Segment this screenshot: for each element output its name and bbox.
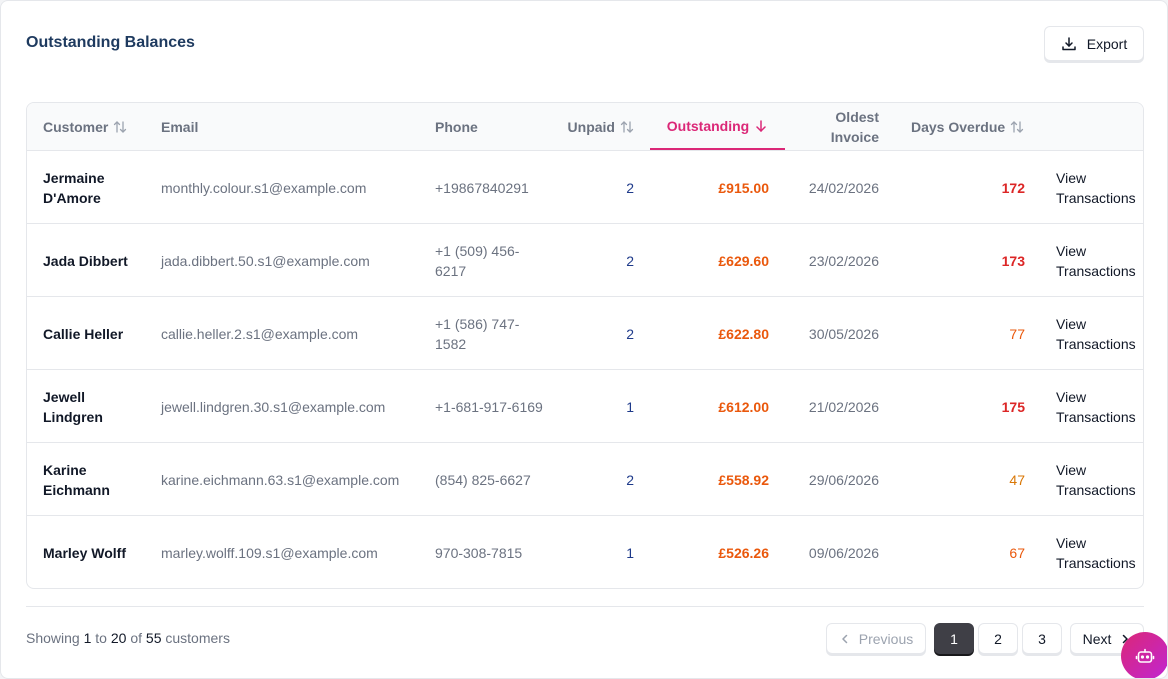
sort-arrows-icon [620,120,634,134]
days-overdue: 77 [1009,325,1025,342]
oldest-invoice-date: 21/02/2026 [808,398,879,415]
pagination-summary: Showing 1 to 20 of 55 customers [26,630,230,646]
column-header-days-overdue[interactable]: Days Overdue [911,103,1024,151]
chevron-left-icon [842,634,848,643]
days-overdue: 175 [1001,398,1025,415]
customer-name: Jewell Lindgren [43,388,103,425]
range-from: 1 [83,630,92,646]
outstanding-balances-card: Outstanding Balances Export Customer Ema… [0,0,1168,679]
customer-phone: (854) 825-6627 [435,471,531,488]
page-button-1[interactable]: 1 [934,623,974,654]
export-label: Export [1086,35,1128,52]
customer-phone: +1-681-917-6169 [435,398,543,415]
page-button-2[interactable]: 2 [978,623,1018,654]
balances-table: Customer Email Phone Unpaid Outstanding [26,102,1144,589]
view-transactions-link[interactable]: View Transactions [1056,370,1143,443]
customer-phone: +1 (586) 747-1582 [435,315,520,352]
customer-phone: +1 (509) 456-6217 [435,242,520,279]
table-header: Customer Email Phone Unpaid Outstanding [27,103,1143,151]
customer-name: Marley Wolff [43,544,126,561]
unpaid-count: 2 [626,325,634,342]
robot-icon [1135,648,1155,663]
outstanding-amount: £915.00 [718,179,769,196]
unpaid-count: 1 [626,544,634,561]
previous-label: Previous [858,630,914,647]
assistant-button[interactable] [1121,632,1167,678]
unpaid-count: 2 [626,179,634,196]
outstanding-amount: £612.00 [718,398,769,415]
customer-email: jewell.lindgren.30.s1@example.com [161,398,386,415]
oldest-invoice-date: 23/02/2026 [808,252,879,269]
column-header-oldest-line1: Oldest [835,109,879,125]
sort-arrows-icon [113,120,127,134]
column-header-oldest-line2: Invoice [830,129,879,145]
customer-name: Callie Heller [43,325,124,342]
oldest-invoice-date: 09/06/2026 [808,544,879,561]
unpaid-count: 2 [626,252,634,269]
outstanding-amount: £622.80 [718,325,769,342]
column-header-outstanding[interactable]: Outstanding [650,103,785,150]
table-row: Marley Wolff marley.wolff.109.s1@example… [27,516,1143,588]
column-header-email: Email [161,119,199,135]
customer-email: monthly.colour.s1@example.com [161,179,367,196]
to-word: to [95,630,107,646]
days-overdue: 173 [1001,252,1025,269]
next-label: Next [1082,630,1112,647]
days-overdue: 67 [1009,544,1025,561]
customer-phone: +19867840291 [435,179,529,196]
table-row: Jermaine D'Amore monthly.colour.s1@examp… [27,151,1143,224]
customer-email: jada.dibbert.50.s1@example.com [161,252,370,269]
footer-divider [26,606,1144,607]
customer-email: marley.wolff.109.s1@example.com [161,544,378,561]
arrow-down-icon [754,119,768,133]
column-header-unpaid-label: Unpaid [567,119,615,135]
customer-name: Jada Dibbert [43,252,128,269]
column-header-unpaid[interactable]: Unpaid [547,103,634,151]
unpaid-count: 1 [626,398,634,415]
unpaid-count: 2 [626,471,634,488]
view-transactions-link[interactable]: View Transactions [1056,516,1143,588]
sort-arrows-icon [1010,120,1024,134]
column-header-days-overdue-label: Days Overdue [911,119,1006,135]
outstanding-amount: £526.26 [718,544,769,561]
customer-email: callie.heller.2.s1@example.com [161,325,359,342]
customer-name: Karine Eichmann [43,461,110,498]
showing-prefix: Showing [26,630,80,646]
previous-page-button[interactable]: Previous [826,623,926,654]
view-transactions-link[interactable]: View Transactions [1056,443,1143,516]
column-header-customer-label: Customer [43,119,109,135]
page-title: Outstanding Balances [26,34,195,51]
days-overdue: 172 [1001,179,1025,196]
export-button[interactable]: Export [1044,26,1144,61]
oldest-invoice-date: 24/02/2026 [808,179,879,196]
customer-name: Jermaine D'Amore [43,169,105,206]
view-transactions-link[interactable]: View Transactions [1056,224,1143,297]
page-button-3[interactable]: 3 [1022,623,1062,654]
column-header-oldest-invoice: Oldest Invoice [787,103,879,151]
table-row: Jada Dibbert jada.dibbert.50.s1@example.… [27,224,1143,297]
of-word: of [130,630,143,646]
column-header-customer[interactable]: Customer [43,103,127,151]
download-icon [1062,36,1076,50]
oldest-invoice-date: 30/05/2026 [808,325,879,342]
table-row: Jewell Lindgren jewell.lindgren.30.s1@ex… [27,370,1143,443]
view-transactions-link[interactable]: View Transactions [1056,151,1143,224]
view-transactions-link[interactable]: View Transactions [1056,297,1143,370]
days-overdue: 47 [1009,471,1025,488]
column-header-outstanding-label: Outstanding [666,117,750,134]
column-header-phone: Phone [435,119,478,135]
customer-email: karine.eichmann.63.s1@example.com [161,471,400,488]
outstanding-amount: £558.92 [718,471,769,488]
total-count: 55 [145,630,162,646]
customer-phone: 970-308-7815 [435,544,523,561]
range-to: 20 [110,630,127,646]
outstanding-amount: £629.60 [718,252,769,269]
table-row: Callie Heller callie.heller.2.s1@example… [27,297,1143,370]
table-row: Karine Eichmann karine.eichmann.63.s1@ex… [27,443,1143,516]
oldest-invoice-date: 29/06/2026 [808,471,879,488]
customers-suffix: customers [165,630,230,646]
